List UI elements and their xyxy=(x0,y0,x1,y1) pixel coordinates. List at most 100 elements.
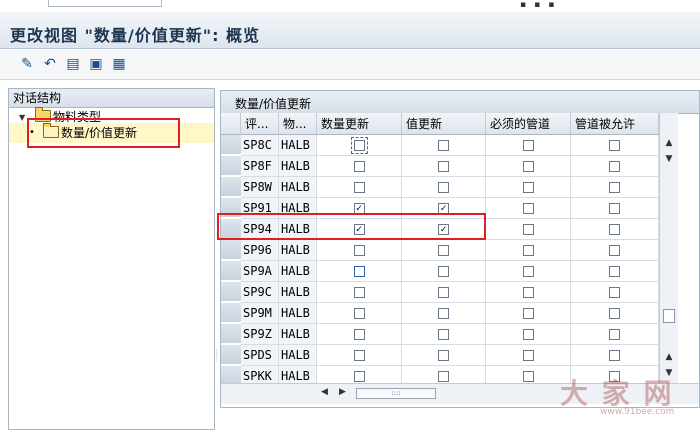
scroll-down-icon[interactable]: ▼ xyxy=(663,153,675,165)
qty-checkbox[interactable]: ✓ xyxy=(353,224,365,235)
qty-checkbox[interactable]: ✓ xyxy=(353,203,365,214)
row-selector[interactable] xyxy=(221,156,241,176)
qty-checkbox[interactable] xyxy=(353,329,365,340)
pipe-allow-checkbox[interactable] xyxy=(609,140,620,151)
checkbox-cell xyxy=(486,135,571,156)
val-checkbox[interactable] xyxy=(438,140,449,151)
val-checkbox[interactable] xyxy=(438,266,449,277)
checkbox-cell xyxy=(486,240,571,261)
qty-checkbox[interactable] xyxy=(353,182,365,193)
vertical-scrollbar[interactable]: ▲ ▼ ▲ ▼ xyxy=(659,113,678,383)
val-checkbox[interactable] xyxy=(438,182,449,193)
command-field[interactable] xyxy=(48,0,162,7)
material-type-cell: HALB xyxy=(279,198,317,219)
column-header[interactable]: 必须的管道 xyxy=(486,113,571,135)
checkbox-cell: ✓ xyxy=(317,198,402,219)
checkbox-cell: ✓ xyxy=(402,198,486,219)
scroll-up-icon[interactable]: ▲ xyxy=(663,137,675,149)
pipe-allow-checkbox[interactable] xyxy=(609,182,620,193)
checkbox-cell xyxy=(402,177,486,198)
pipe-allow-checkbox[interactable] xyxy=(609,224,620,235)
row-selector[interactable] xyxy=(221,303,241,323)
checkbox-cell xyxy=(486,219,571,240)
material-type-cell: HALB xyxy=(279,219,317,240)
pipe-allow-checkbox[interactable] xyxy=(609,287,620,298)
row-selector[interactable] xyxy=(221,240,241,260)
row-selector[interactable] xyxy=(221,261,241,281)
pipe-req-checkbox[interactable] xyxy=(522,161,534,172)
column-header[interactable]: 管道被允许 xyxy=(571,113,659,135)
val-checkbox[interactable]: ✓ xyxy=(438,224,449,235)
pipe-req-checkbox[interactable] xyxy=(522,371,534,382)
val-checkbox[interactable] xyxy=(438,287,449,298)
val-checkbox[interactable] xyxy=(438,371,449,382)
pipe-req-checkbox[interactable] xyxy=(522,266,534,277)
scroll-thumb[interactable] xyxy=(663,309,675,323)
pipe-req-checkbox[interactable] xyxy=(522,245,534,256)
pipe-req-checkbox[interactable] xyxy=(522,224,534,235)
val-checkbox[interactable]: ✓ xyxy=(438,203,449,214)
pipe-allow-checkbox[interactable] xyxy=(609,266,620,277)
pipe-allow-checkbox[interactable] xyxy=(609,350,620,361)
column-header[interactable]: 评... xyxy=(241,113,279,135)
checkbox-cell xyxy=(571,156,659,177)
scroll-right-icon[interactable]: ▶ xyxy=(339,387,346,397)
column-header[interactable]: 值更新 xyxy=(402,113,486,135)
pipe-allow-checkbox[interactable] xyxy=(609,203,620,214)
edit-pencil-icon[interactable]: ✎ xyxy=(18,55,36,73)
qty-checkbox[interactable] xyxy=(353,287,365,298)
scroll-left-icon[interactable]: ◀ xyxy=(321,387,328,397)
detail-icon[interactable]: ▤ xyxy=(64,55,82,73)
column-header[interactable]: 物... xyxy=(279,113,317,135)
qty-checkbox[interactable] xyxy=(353,308,365,319)
undo-icon[interactable]: ↶ xyxy=(41,55,59,73)
checkbox-cell: ✓ xyxy=(317,219,402,240)
row-selector[interactable] xyxy=(221,198,241,218)
import-icon[interactable]: ▦ xyxy=(110,55,128,73)
pipe-allow-checkbox[interactable] xyxy=(609,308,620,319)
val-checkbox[interactable] xyxy=(438,245,449,256)
checkbox-cell xyxy=(402,282,486,303)
row-selector[interactable] xyxy=(221,177,241,197)
pipe-req-checkbox[interactable] xyxy=(522,287,534,298)
pipe-req-checkbox[interactable] xyxy=(522,203,534,214)
pipe-req-checkbox[interactable] xyxy=(522,329,534,340)
pipe-req-checkbox[interactable] xyxy=(522,140,534,151)
scroll-page-up-icon[interactable]: ▲ xyxy=(663,351,675,363)
top-strip: ▪▪▪ xyxy=(0,0,700,12)
table-corner[interactable] xyxy=(221,113,241,135)
pipe-req-checkbox[interactable] xyxy=(522,308,534,319)
qty-checkbox[interactable] xyxy=(353,266,365,277)
checkbox-cell xyxy=(571,303,659,324)
pipe-req-checkbox[interactable] xyxy=(522,350,534,361)
val-checkbox[interactable] xyxy=(438,350,449,361)
panel-splitter[interactable]: ⋮ ⋮ ⋮ xyxy=(214,349,220,370)
row-selector[interactable] xyxy=(221,324,241,344)
checkbox-cell xyxy=(486,198,571,219)
val-checkbox[interactable] xyxy=(438,329,449,340)
row-selector[interactable] xyxy=(221,135,241,155)
open-folder-icon xyxy=(43,123,59,138)
folder-icon xyxy=(35,107,51,122)
val-checkbox[interactable] xyxy=(438,308,449,319)
qty-checkbox[interactable] xyxy=(353,350,365,361)
val-checkbox[interactable] xyxy=(438,161,449,172)
row-selector[interactable] xyxy=(221,282,241,302)
checkbox-cell xyxy=(571,135,659,156)
checkbox-cell xyxy=(486,156,571,177)
horizontal-scroll-thumb[interactable]: :::: xyxy=(356,388,436,399)
qty-checkbox[interactable] xyxy=(353,371,365,382)
pipe-req-checkbox[interactable] xyxy=(522,182,534,193)
qty-checkbox[interactable] xyxy=(353,245,365,256)
row-selector[interactable] xyxy=(221,345,241,365)
valuation-area-cell: SP91 xyxy=(241,198,279,219)
material-type-cell: HALB xyxy=(279,177,317,198)
pipe-allow-checkbox[interactable] xyxy=(609,161,620,172)
pipe-allow-checkbox[interactable] xyxy=(609,329,620,340)
export-icon[interactable]: ▣ xyxy=(87,55,105,73)
column-header[interactable]: 数量更新 xyxy=(317,113,402,135)
checkbox-cell xyxy=(402,303,486,324)
row-selector[interactable] xyxy=(221,219,241,239)
pipe-allow-checkbox[interactable] xyxy=(609,245,620,256)
qty-checkbox[interactable] xyxy=(353,161,365,172)
